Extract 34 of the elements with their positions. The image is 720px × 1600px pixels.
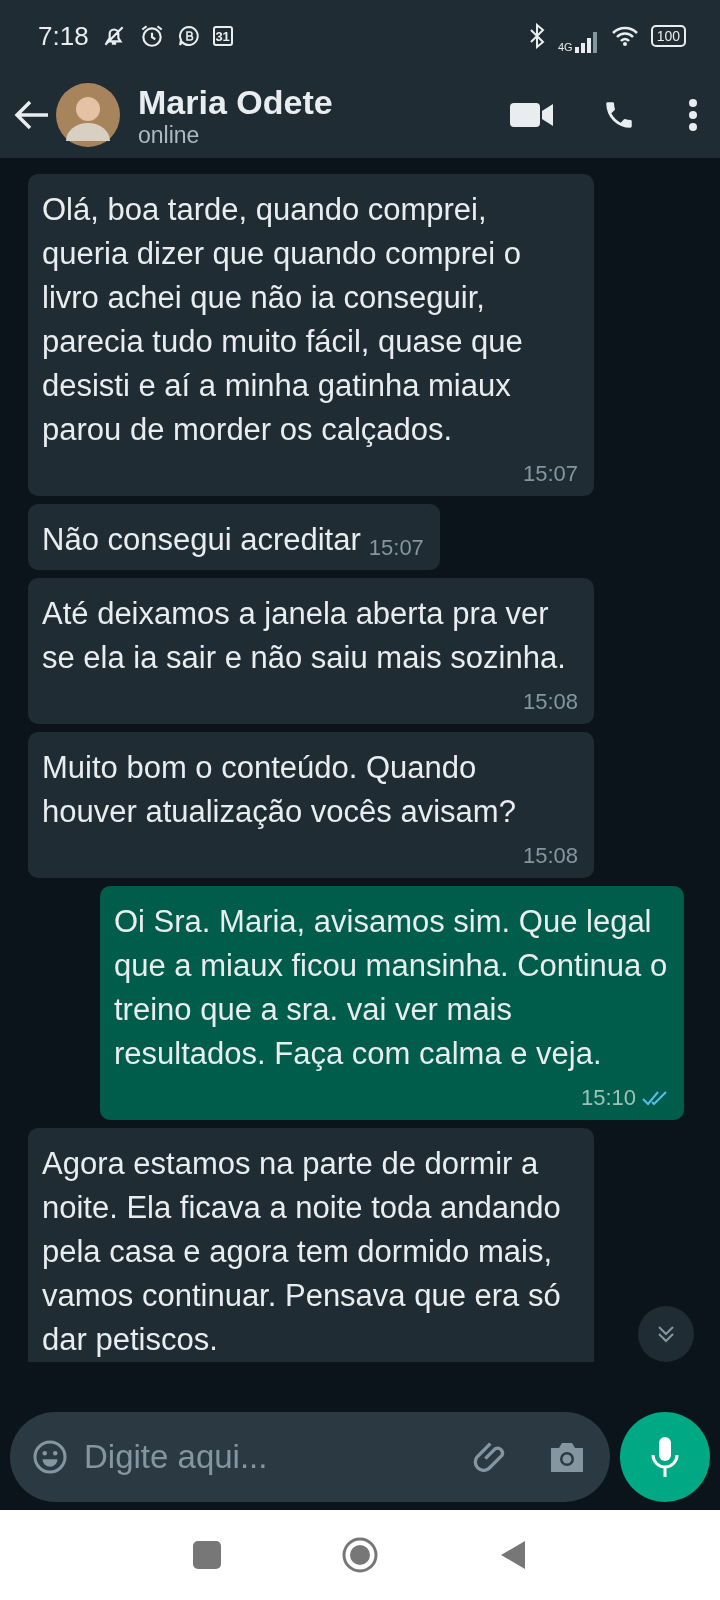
message-text: Muito bom o conteúdo. Quando houver atualização vocês avisam?	[42, 749, 517, 831]
microphone-icon	[650, 1435, 680, 1479]
contact-status: online	[138, 121, 201, 149]
signal-icon	[574, 31, 599, 53]
message-time: 15:08	[522, 842, 578, 870]
home-button[interactable]	[341, 1536, 379, 1574]
message-text: Até deixamos a janela aberta pra ver se ela ia sair e não saiu mais sozinha.	[42, 595, 567, 677]
scroll-down-button[interactable]	[638, 1306, 694, 1362]
bluetooth-icon	[527, 23, 546, 49]
contact-name[interactable]: Maria Odete	[138, 81, 510, 122]
video-call-button[interactable]	[510, 101, 554, 129]
avatar[interactable]	[56, 83, 120, 147]
network-type: 4G	[557, 41, 573, 53]
message-text: Olá, boa tarde, quando comprei, queria dizer que quando comprei o livro achei que não ia conseguir, parecia tudo muito fácil, quase que desisti e aí a minha gatinha miaux parou de morder os calçados.	[42, 191, 524, 449]
message-time: 15:08	[522, 688, 578, 716]
chat-bubble-icon	[176, 24, 201, 48]
menu-button[interactable]	[688, 98, 698, 132]
emoji-button[interactable]	[32, 1439, 68, 1475]
camera-button[interactable]	[548, 1440, 586, 1474]
message-time: 15:07	[368, 534, 424, 562]
wifi-icon	[610, 25, 639, 47]
message-text: Agora estamos na parte de dormir a noite. Ela ficava a noite toda andando pela casa e agora tem dormido mais, vamos continuar. Pensava que era só dar petiscos.	[42, 1145, 562, 1359]
message-field[interactable]: Digite aqui...	[82, 1437, 458, 1477]
composer-bar[interactable]: Digite aqui...	[10, 1412, 610, 1502]
calendar-icon: 31	[212, 26, 233, 46]
message-text: Não consegui acreditar	[42, 521, 361, 559]
battery-icon: 100	[650, 25, 686, 47]
recents-button[interactable]	[193, 1541, 221, 1569]
clock: 7:18	[38, 20, 89, 52]
back-nav-button[interactable]	[499, 1539, 527, 1571]
message-text: Oi Sra. Maria, avisamos sim. Que legal que a miaux ficou mansinha. Continua o treino que a sra. vai ver mais resultados. Faça com calma e veja.	[114, 903, 668, 1073]
back-button[interactable]	[14, 99, 50, 131]
message-time: 15:07	[522, 460, 578, 488]
message-time: 15:10	[580, 1084, 636, 1112]
